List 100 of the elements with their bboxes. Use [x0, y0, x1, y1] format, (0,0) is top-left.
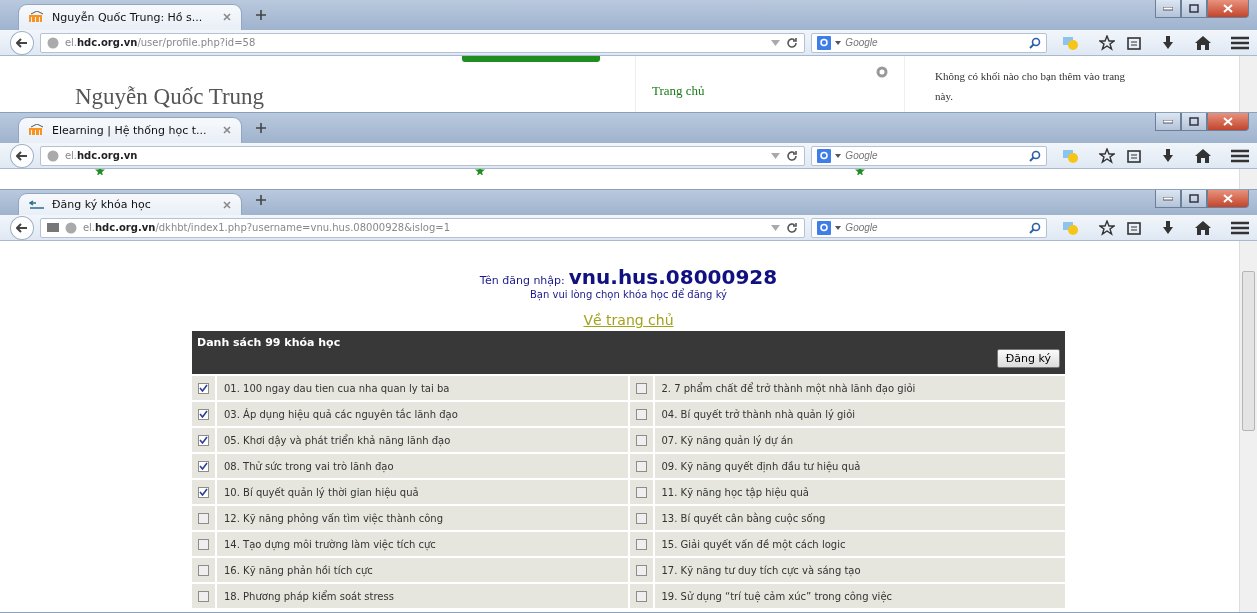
search-icon[interactable] [1029, 36, 1041, 49]
star-icon[interactable] [1099, 219, 1115, 236]
home-link[interactable]: Trang chủ [652, 83, 705, 99]
checkbox[interactable] [635, 538, 647, 550]
checkbox[interactable] [635, 382, 647, 394]
close-icon[interactable] [223, 13, 231, 22]
back-button[interactable] [10, 215, 34, 240]
login-label: Tên đăng nhập: [479, 274, 565, 287]
checkbox[interactable] [198, 486, 209, 498]
minimize-button[interactable] [1155, 0, 1181, 18]
scroll-thumb[interactable] [1242, 271, 1255, 431]
course-name: 12. Kỹ năng phỏng vấn tìm việc thành công [224, 512, 443, 524]
reading-list-icon[interactable] [1127, 220, 1141, 235]
home-icon[interactable] [1195, 148, 1211, 163]
close-icon[interactable] [223, 126, 231, 135]
address-bar[interactable]: el.hdc.org.vn/user/profile.php?id=58 [39, 32, 806, 53]
course-name: 08. Thử sức trong vai trò lãnh đạo [224, 460, 394, 472]
minimize-button[interactable] [1155, 190, 1181, 208]
scrollbar[interactable] [1239, 56, 1257, 112]
checkbox[interactable] [635, 434, 647, 446]
scrollbar[interactable] [1239, 169, 1257, 189]
star-icon[interactable] [1099, 147, 1115, 164]
reading-list-icon[interactable] [1127, 148, 1141, 163]
restore-icon [1189, 194, 1199, 203]
checkbox[interactable] [198, 512, 209, 524]
minimize-button[interactable] [1155, 113, 1181, 131]
close-icon [1223, 4, 1233, 13]
block-message: Không có khối nào cho bạn thêm vào trang này. [935, 69, 1126, 104]
maximize-button[interactable] [1181, 190, 1207, 208]
tab-title: Nguyễn Quốc Trung: Hồ s... [52, 10, 204, 24]
close-window-button[interactable] [1207, 0, 1249, 18]
download-icon[interactable] [1161, 220, 1175, 235]
checkbox[interactable] [635, 590, 647, 602]
star-icon[interactable] [1099, 34, 1115, 51]
checkbox[interactable] [198, 382, 209, 394]
globe-icon [46, 149, 59, 162]
checkbox[interactable] [635, 460, 647, 472]
home-icon[interactable] [1195, 35, 1211, 50]
checkbox[interactable] [198, 408, 209, 420]
search-bar[interactable]: Google [811, 217, 1047, 238]
check-icon [199, 436, 208, 444]
checkbox[interactable] [198, 434, 209, 446]
download-icon[interactable] [1161, 148, 1175, 163]
browser-tab[interactable]: Đăng ký khóa học [18, 193, 242, 215]
caret-icon[interactable] [835, 40, 842, 45]
caret-icon[interactable] [835, 225, 842, 230]
search-icon[interactable] [1029, 221, 1041, 234]
back-button[interactable] [10, 30, 34, 55]
gear-icon[interactable] [876, 66, 888, 78]
close-icon [1223, 194, 1233, 203]
globe-icon [64, 221, 77, 234]
back-button[interactable] [10, 143, 34, 168]
browser-tab[interactable]: Nguyễn Quốc Trung: Hồ s... [18, 3, 242, 30]
back-arrow-icon [15, 222, 28, 233]
close-icon[interactable] [223, 200, 231, 209]
register-button[interactable]: Đăng ký [996, 349, 1060, 368]
address-bar[interactable]: el.hdc.org.vn [39, 145, 806, 166]
checkbox[interactable] [635, 408, 647, 420]
maximize-button[interactable] [1181, 113, 1207, 131]
check-icon [199, 384, 208, 392]
new-tab-icon[interactable] [256, 195, 266, 205]
url-text: el.hdc.org.vn/dkhbt/index1.php?username=vnu.hus.08000928&islog=1 [82, 222, 451, 233]
course-name: 18. Phương pháp kiểm soát stress [224, 590, 394, 602]
scrollbar[interactable] [1239, 241, 1257, 612]
course-name: 2. 7 phẩm chất để trở thành một nhà lãnh đạo giỏi [661, 382, 916, 394]
reload-icon[interactable] [786, 149, 799, 162]
menu-icon[interactable] [1231, 220, 1249, 235]
site-icon [29, 199, 45, 210]
search-icon[interactable] [1029, 149, 1041, 162]
menu-icon[interactable] [1231, 148, 1249, 163]
reload-icon[interactable] [786, 36, 799, 49]
maximize-button[interactable] [1181, 0, 1207, 18]
username: vnu.hus.08000928 [568, 265, 778, 289]
course-name: 03. Áp dụng hiệu quả các nguyên tắc lãnh đạo [224, 408, 458, 420]
back-arrow-icon [15, 37, 28, 48]
search-bar[interactable]: Google [811, 145, 1047, 166]
browser-tab[interactable]: Elearning | Hệ thống học t... [18, 116, 242, 143]
checkbox[interactable] [198, 538, 209, 550]
checkbox[interactable] [198, 460, 209, 472]
menu-icon[interactable] [1231, 35, 1249, 50]
search-bar[interactable]: Google [811, 32, 1047, 53]
course-name: 07. Kỹ năng quản lý dự án [661, 434, 794, 446]
course-name: 13. Bí quyết cân bằng cuộc sống [661, 512, 826, 524]
caret-icon[interactable] [835, 153, 842, 158]
checkbox[interactable] [635, 486, 647, 498]
address-bar[interactable]: el.hdc.org.vn/dkhbt/index1.php?username=vnu.hus.08000928&islog=1 [39, 217, 806, 238]
check-icon [199, 488, 208, 496]
new-tab-icon[interactable] [256, 123, 266, 133]
new-tab-icon[interactable] [256, 10, 266, 20]
download-icon[interactable] [1161, 35, 1175, 50]
reading-list-icon[interactable] [1127, 35, 1141, 50]
close-window-button[interactable] [1207, 113, 1249, 131]
checkbox[interactable] [198, 590, 209, 602]
close-window-button[interactable] [1207, 190, 1249, 208]
minimize-icon [1163, 196, 1173, 201]
checkbox[interactable] [635, 512, 647, 524]
reload-icon[interactable] [786, 221, 799, 234]
checkbox[interactable] [198, 564, 209, 576]
home-icon[interactable] [1195, 220, 1211, 235]
checkbox[interactable] [635, 564, 647, 576]
